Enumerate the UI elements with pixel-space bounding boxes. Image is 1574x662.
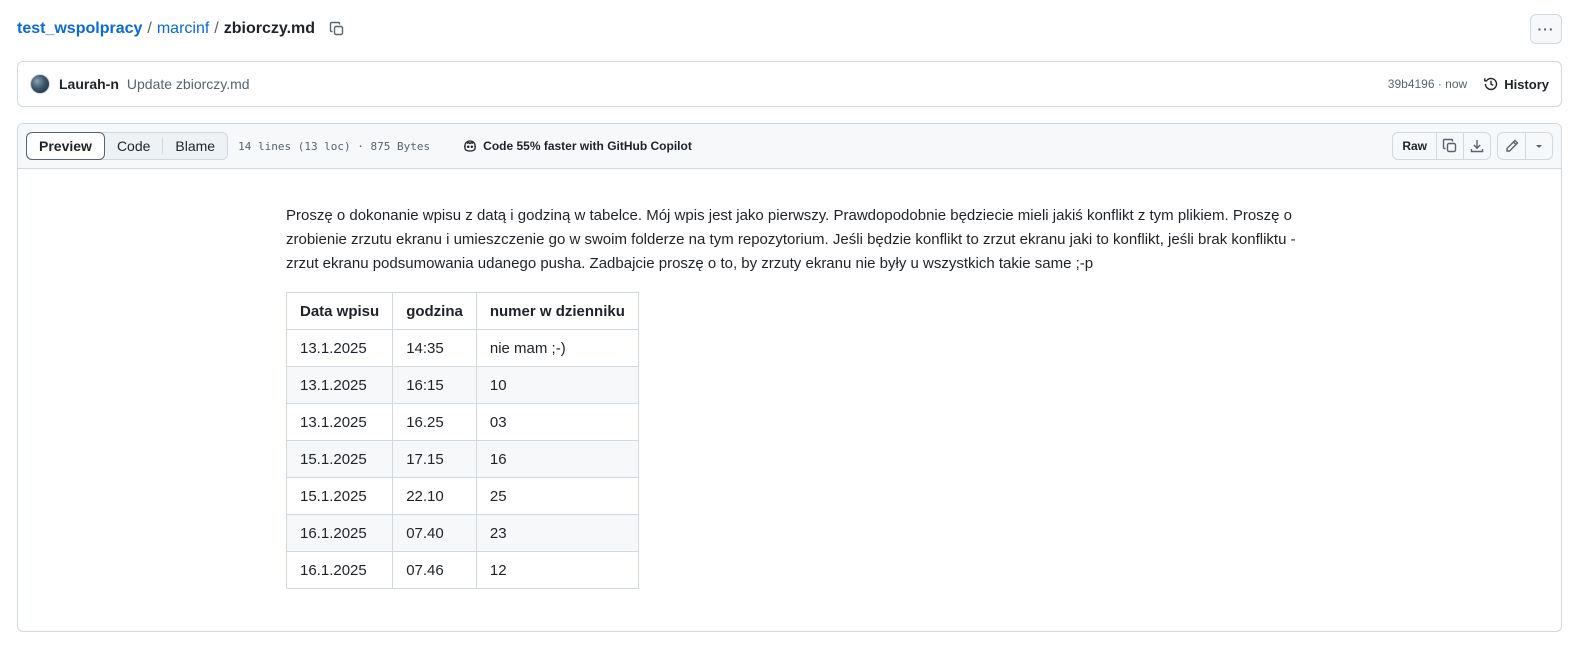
table-header-row: Data wpisu godzina numer w dzienniku xyxy=(285,292,639,330)
table-header-cell: Data wpisu xyxy=(285,292,394,330)
avatar[interactable] xyxy=(30,74,50,94)
table-cell: 16.1.2025 xyxy=(285,514,394,552)
table-cell: 23 xyxy=(475,514,639,552)
commit-author-link[interactable]: Laurah-n xyxy=(59,76,119,92)
table-cell: 12 xyxy=(475,551,639,589)
table-cell: 03 xyxy=(475,403,639,441)
markdown-paragraph: Proszę o dokonanie wpisu z datą i godzin… xyxy=(286,207,1296,272)
table-cell: 15.1.2025 xyxy=(285,440,394,478)
copilot-label: Code 55% faster with GitHub Copilot xyxy=(483,139,692,153)
breadcrumb-separator: / xyxy=(214,20,219,37)
table-cell: 14:35 xyxy=(392,329,477,367)
tab-blame[interactable]: Blame xyxy=(163,132,227,160)
file-info: 14 lines (13 loc) · 875 Bytes xyxy=(238,139,431,153)
table-cell: 16.25 xyxy=(392,403,477,441)
markdown-body: Proszę o dokonanie wpisu z datą i godzin… xyxy=(285,204,1306,589)
file-viewer: Preview Code Blame 14 lines (13 loc) · 8… xyxy=(17,123,1562,632)
table-row: 15.1.2025 17.15 16 xyxy=(285,440,639,478)
edit-file-button[interactable] xyxy=(1498,133,1525,159)
table-header-cell: godzina xyxy=(392,292,477,330)
file-header: Preview Code Blame 14 lines (13 loc) · 8… xyxy=(18,124,1561,169)
table-cell: 13.1.2025 xyxy=(285,329,394,367)
table-cell: nie mam ;-) xyxy=(475,329,639,367)
latest-commit-bar: Laurah-n Update zbiorczy.md 39b4196 · no… xyxy=(17,61,1562,107)
table-row: 13.1.2025 14:35 nie mam ;-) xyxy=(285,329,639,367)
tab-preview[interactable]: Preview xyxy=(26,132,105,160)
table-cell: 15.1.2025 xyxy=(285,477,394,515)
breadcrumb-repo-link[interactable]: test_wspolpracy xyxy=(17,20,142,38)
copilot-icon xyxy=(464,140,477,152)
history-icon xyxy=(1484,77,1498,91)
table-row: 16.1.2025 07.46 12 xyxy=(285,551,639,589)
copilot-promo-link[interactable]: Code 55% faster with GitHub Copilot xyxy=(462,138,692,154)
table-cell: 17.15 xyxy=(392,440,477,478)
raw-button[interactable]: Raw xyxy=(1393,133,1436,159)
edit-actions-group xyxy=(1497,132,1553,160)
table-cell: 07.40 xyxy=(392,514,477,552)
breadcrumb-file-name: zbiorczy.md xyxy=(223,20,316,37)
copy-icon xyxy=(1442,138,1457,153)
table-cell: 13.1.2025 xyxy=(285,366,394,404)
table-cell: 22.10 xyxy=(392,477,477,515)
copy-path-button[interactable] xyxy=(325,17,349,41)
triangle-down-icon xyxy=(1536,145,1542,148)
table-header-cell: numer w dzienniku xyxy=(475,292,639,330)
copy-icon xyxy=(329,21,344,36)
table-cell: 13.1.2025 xyxy=(285,403,394,441)
history-label: History xyxy=(1504,76,1549,92)
table-row: 13.1.2025 16.25 03 xyxy=(285,403,639,441)
breadcrumb-folder-link[interactable]: marcinf xyxy=(157,20,209,38)
download-raw-button[interactable] xyxy=(1463,133,1490,159)
table-cell: 16:15 xyxy=(392,366,477,404)
table-row: 13.1.2025 16:15 10 xyxy=(285,366,639,404)
table-cell: 16 xyxy=(475,440,639,478)
more-options-button[interactable]: ··· xyxy=(1530,14,1562,44)
kebab-horizontal-icon: ··· xyxy=(1537,21,1555,37)
edit-options-button[interactable] xyxy=(1525,133,1552,159)
raw-actions-group: Raw xyxy=(1392,132,1491,160)
copy-raw-button[interactable] xyxy=(1436,133,1463,159)
tab-code[interactable]: Code xyxy=(105,132,162,160)
breadcrumb: test_wspolpracy / marcinf / zbiorczy.md xyxy=(17,17,349,41)
view-mode-switcher: Preview Code Blame xyxy=(26,132,229,160)
commit-message-link[interactable]: Update zbiorczy.md xyxy=(127,76,250,92)
entries-table: Data wpisu godzina numer w dzienniku 13.… xyxy=(285,292,639,589)
table-cell: 10 xyxy=(475,366,639,404)
table-row: 16.1.2025 07.40 23 xyxy=(285,514,639,552)
commit-sha-time[interactable]: 39b4196 · now xyxy=(1388,77,1467,91)
table-cell: 07.46 xyxy=(392,551,477,589)
file-path-bar: test_wspolpracy / marcinf / zbiorczy.md … xyxy=(17,14,1562,44)
pencil-icon xyxy=(1505,139,1518,152)
table-cell: 16.1.2025 xyxy=(285,551,394,589)
breadcrumb-separator: / xyxy=(147,20,152,37)
history-button[interactable]: History xyxy=(1483,76,1549,92)
table-row: 15.1.2025 22.10 25 xyxy=(285,477,639,515)
table-cell: 25 xyxy=(475,477,639,515)
download-icon xyxy=(1470,140,1484,153)
